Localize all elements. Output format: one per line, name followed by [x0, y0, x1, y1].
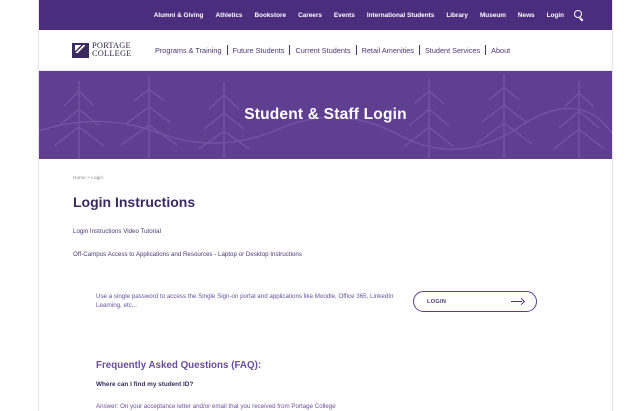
logo-text: PORTAGE COLLEGE [92, 41, 132, 59]
utility-link-athletics[interactable]: Athletics [215, 12, 242, 19]
utility-link-alumni-giving[interactable]: Alumni & Giving [154, 12, 204, 19]
nav-student-services[interactable]: Student Services [420, 46, 485, 55]
sso-description: Use a single password to access the Sing… [96, 293, 394, 309]
faq-question[interactable]: Where can I find my student ID? [96, 381, 193, 388]
faq-answer: Answer: On your acceptance letter and/or… [96, 403, 336, 410]
search-icon[interactable] [574, 10, 584, 20]
nav-retail-amenities[interactable]: Retail Amenities [357, 46, 419, 55]
arrow-right-icon [511, 299, 524, 305]
page: Alumni & Giving Athletics Bookstore Care… [39, 0, 612, 411]
breadcrumb[interactable]: Home > Login [73, 176, 103, 181]
utility-link-login[interactable]: Login [547, 12, 564, 19]
hero-banner: Student & Staff Login [39, 71, 612, 159]
utility-link-events[interactable]: Events [334, 12, 355, 19]
utility-link-museum[interactable]: Museum [480, 12, 506, 19]
nav-future-students[interactable]: Future Students [228, 46, 290, 55]
utility-nav: Alumni & Giving Athletics Bookstore Care… [39, 0, 612, 30]
nav-programs-training[interactable]: Programs & Training [150, 46, 227, 55]
off-campus-access-link[interactable]: Off-Campus Access to Applications and Re… [73, 251, 302, 258]
logo-mark-icon [72, 42, 89, 58]
utility-link-careers[interactable]: Careers [298, 12, 322, 19]
page-title: Login Instructions [73, 194, 196, 210]
utility-link-news[interactable]: News [518, 12, 535, 19]
login-button-label: LOGIN [427, 298, 447, 305]
utility-link-bookstore[interactable]: Bookstore [254, 12, 286, 19]
main-nav: PORTAGE COLLEGE Programs & Training Futu… [39, 30, 612, 71]
nav-about[interactable]: About [486, 46, 515, 55]
login-button[interactable]: LOGIN [413, 291, 537, 312]
nav-current-students[interactable]: Current Students [290, 46, 355, 55]
hero-title: Student & Staff Login [244, 106, 407, 123]
login-video-tutorial-link[interactable]: Login Instructions Video Tutorial [73, 228, 161, 235]
logo-line-2: COLLEGE [92, 49, 132, 58]
faq-heading: Frequently Asked Questions (FAQ): [96, 360, 262, 371]
main-nav-links: Programs & Training Future Students Curr… [150, 45, 515, 55]
utility-link-library[interactable]: Library [446, 12, 468, 19]
portage-college-logo[interactable]: PORTAGE COLLEGE [72, 41, 146, 59]
utility-link-international-students[interactable]: International Students [367, 12, 434, 19]
